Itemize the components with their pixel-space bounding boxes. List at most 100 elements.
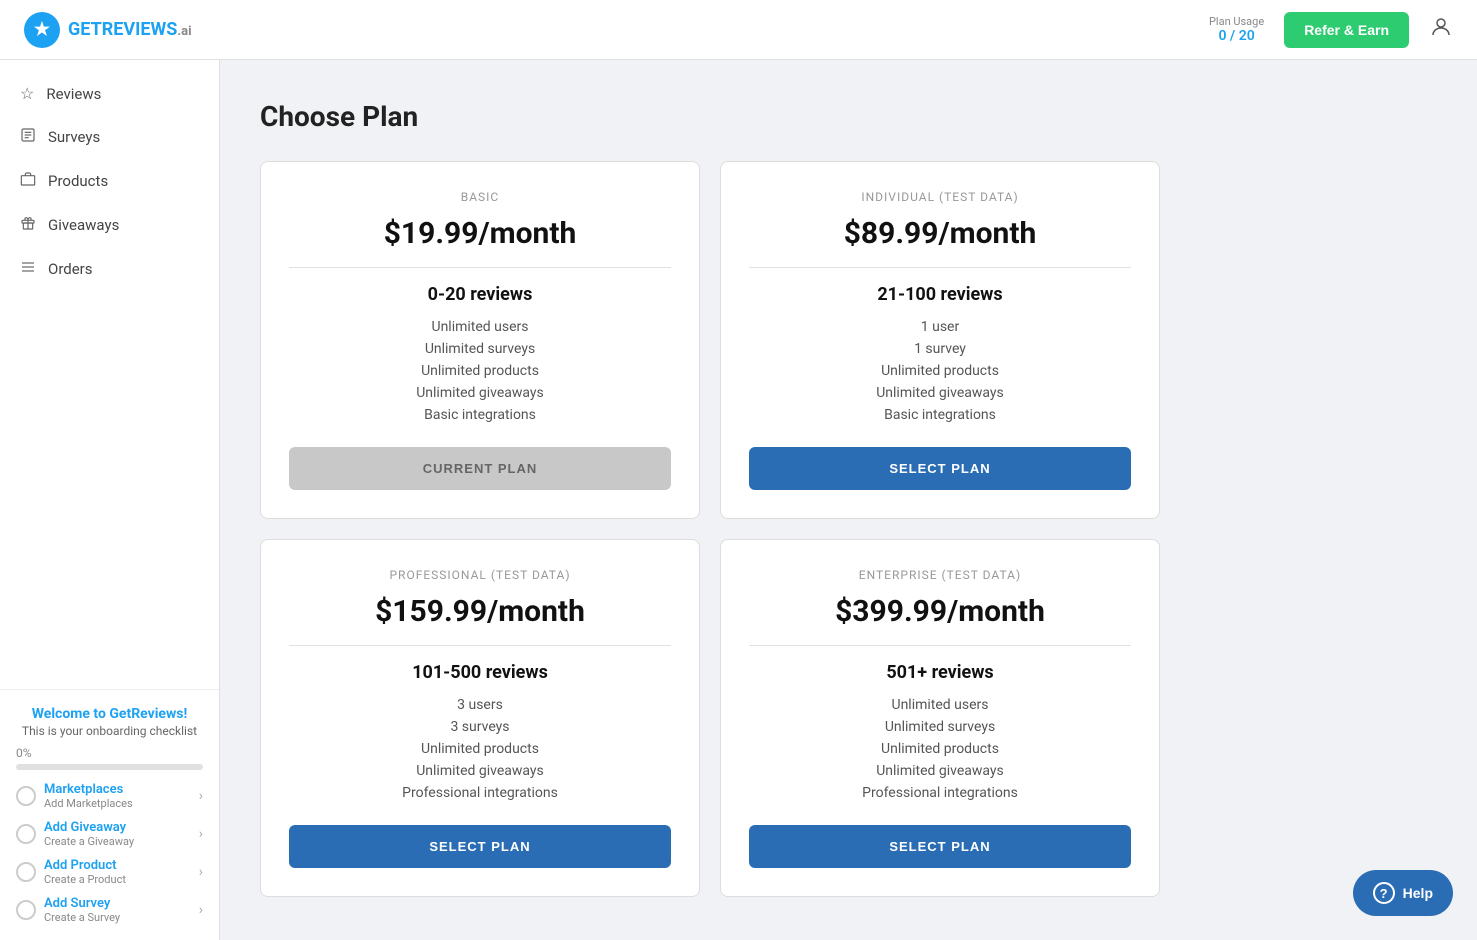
sidebar-item-surveys[interactable]: Surveys	[0, 115, 219, 159]
star-icon: ☆	[20, 84, 34, 103]
feature-individual-1: 1 survey	[876, 341, 1004, 357]
sidebar-item-orders[interactable]: Orders	[0, 247, 219, 291]
plan-card-basic: BASIC $19.99/month 0-20 reviews Unlimite…	[260, 161, 700, 519]
current-plan-button: CURRENT PLAN	[289, 447, 671, 490]
feature-basic-0: Unlimited users	[416, 319, 544, 335]
sidebar-label-surveys: Surveys	[48, 128, 100, 146]
checklist-items: Marketplaces Add Marketplaces › Add Give…	[16, 782, 203, 924]
plan-price-individual: $89.99/month	[844, 216, 1037, 251]
select-plan-button-professional[interactable]: SELECT PLAN	[289, 825, 671, 868]
checklist-sub-marketplaces: Add Marketplaces	[44, 797, 133, 810]
plan-tier-enterprise: ENTERPRISE (TEST DATA)	[859, 568, 1021, 582]
plan-tier-individual: INDIVIDUAL (TEST DATA)	[861, 190, 1018, 204]
plan-usage-label: Plan Usage	[1209, 15, 1264, 28]
checklist-label-add-survey: Add Survey	[44, 896, 120, 911]
feature-basic-3: Unlimited giveaways	[416, 385, 544, 401]
orders-icon	[20, 259, 36, 279]
checklist-item-add-giveaway[interactable]: Add Giveaway Create a Giveaway ›	[16, 820, 203, 848]
chevron-right-icon-2: ›	[199, 826, 203, 842]
checklist-circle-marketplaces	[16, 786, 36, 806]
sidebar: ☆ Reviews Surveys Products Giveaways	[0, 60, 220, 940]
onboarding-section: Welcome to GetReviews! This is your onbo…	[0, 689, 219, 940]
plan-price-professional: $159.99/month	[375, 594, 585, 629]
checklist-label-add-product: Add Product	[44, 858, 126, 873]
logo-area: ★ GETREVIEWS.ai	[24, 12, 192, 48]
feature-ent-1: Unlimited surveys	[862, 719, 1018, 735]
checklist-item-add-survey[interactable]: Add Survey Create a Survey ›	[16, 896, 203, 924]
plan-divider-basic	[289, 267, 671, 268]
checklist-item-add-product[interactable]: Add Product Create a Product ›	[16, 858, 203, 886]
giveaways-icon	[20, 215, 36, 235]
plan-usage-area: Plan Usage 0 / 20	[1209, 15, 1264, 44]
plan-reviews-enterprise: 501+ reviews	[886, 662, 993, 683]
feature-ent-0: Unlimited users	[862, 697, 1018, 713]
feature-ent-2: Unlimited products	[862, 741, 1018, 757]
sidebar-label-giveaways: Giveaways	[48, 216, 119, 234]
help-button[interactable]: ? Help	[1353, 870, 1453, 916]
logo-brand: GETREVIEWS	[68, 19, 177, 40]
checklist-item-marketplaces[interactable]: Marketplaces Add Marketplaces ›	[16, 782, 203, 810]
feature-individual-2: Unlimited products	[876, 363, 1004, 379]
feature-individual-0: 1 user	[876, 319, 1004, 335]
feature-pro-3: Unlimited giveaways	[402, 763, 558, 779]
select-plan-button-enterprise[interactable]: SELECT PLAN	[749, 825, 1131, 868]
checklist-sub-add-survey: Create a Survey	[44, 911, 120, 924]
feature-individual-3: Unlimited giveaways	[876, 385, 1004, 401]
sidebar-item-reviews[interactable]: ☆ Reviews	[0, 72, 219, 115]
plan-features-professional: 3 users 3 surveys Unlimited products Unl…	[402, 697, 558, 801]
checklist-circle-giveaway	[16, 824, 36, 844]
user-avatar-button[interactable]	[1429, 15, 1453, 45]
plan-usage-value: 0 / 20	[1209, 28, 1264, 44]
checklist-circle-product	[16, 862, 36, 882]
checklist-sub-add-giveaway: Create a Giveaway	[44, 835, 134, 848]
plan-card-individual: INDIVIDUAL (TEST DATA) $89.99/month 21-1…	[720, 161, 1160, 519]
plan-features-enterprise: Unlimited users Unlimited surveys Unlimi…	[862, 697, 1018, 801]
logo-suffix: .ai	[177, 24, 191, 39]
feature-basic-4: Basic integrations	[416, 407, 544, 423]
sidebar-item-giveaways[interactable]: Giveaways	[0, 203, 219, 247]
checklist-sub-add-product: Create a Product	[44, 873, 126, 886]
chevron-right-icon-4: ›	[199, 902, 203, 918]
layout: ☆ Reviews Surveys Products Giveaways	[0, 0, 1477, 940]
main-content: Choose Plan BASIC $19.99/month 0-20 revi…	[220, 60, 1477, 940]
feature-pro-2: Unlimited products	[402, 741, 558, 757]
plan-card-enterprise: ENTERPRISE (TEST DATA) $399.99/month 501…	[720, 539, 1160, 897]
progress-label: 0%	[16, 746, 203, 760]
feature-pro-4: Professional integrations	[402, 785, 558, 801]
sidebar-item-products[interactable]: Products	[0, 159, 219, 203]
survey-icon	[20, 127, 36, 147]
progress-bar-outer	[16, 764, 203, 770]
plan-price-basic: $19.99/month	[384, 216, 577, 251]
plan-divider-professional	[289, 645, 671, 646]
select-plan-button-individual[interactable]: SELECT PLAN	[749, 447, 1131, 490]
checklist-circle-survey	[16, 900, 36, 920]
logo-text: GETREVIEWS.ai	[68, 19, 192, 40]
feature-basic-2: Unlimited products	[416, 363, 544, 379]
plan-features-individual: 1 user 1 survey Unlimited products Unlim…	[876, 319, 1004, 423]
plan-divider-enterprise	[749, 645, 1131, 646]
feature-ent-4: Professional integrations	[862, 785, 1018, 801]
plan-features-basic: Unlimited users Unlimited surveys Unlimi…	[416, 319, 544, 423]
plan-divider-individual	[749, 267, 1131, 268]
logo-icon: ★	[24, 12, 60, 48]
plan-price-enterprise: $399.99/month	[835, 594, 1045, 629]
chevron-right-icon-3: ›	[199, 864, 203, 880]
plan-reviews-basic: 0-20 reviews	[428, 284, 533, 305]
refer-earn-button[interactable]: Refer & Earn	[1284, 12, 1409, 48]
plans-grid: BASIC $19.99/month 0-20 reviews Unlimite…	[260, 161, 1160, 897]
checklist-label-marketplaces: Marketplaces	[44, 782, 133, 797]
header: ★ GETREVIEWS.ai Plan Usage 0 / 20 Refer …	[0, 0, 1477, 60]
plan-reviews-individual: 21-100 reviews	[877, 284, 1002, 305]
sidebar-label-products: Products	[48, 172, 108, 190]
feature-pro-0: 3 users	[402, 697, 558, 713]
feature-ent-3: Unlimited giveaways	[862, 763, 1018, 779]
help-icon: ?	[1373, 882, 1395, 904]
products-icon	[20, 171, 36, 191]
chevron-right-icon: ›	[199, 788, 203, 804]
feature-individual-4: Basic integrations	[876, 407, 1004, 423]
plan-card-professional: PROFESSIONAL (TEST DATA) $159.99/month 1…	[260, 539, 700, 897]
header-right: Plan Usage 0 / 20 Refer & Earn	[1209, 12, 1453, 48]
onboarding-title: Welcome to GetReviews!	[16, 706, 203, 722]
nav-items: ☆ Reviews Surveys Products Giveaways	[0, 60, 219, 303]
onboarding-subtitle: This is your onboarding checklist	[16, 724, 203, 738]
